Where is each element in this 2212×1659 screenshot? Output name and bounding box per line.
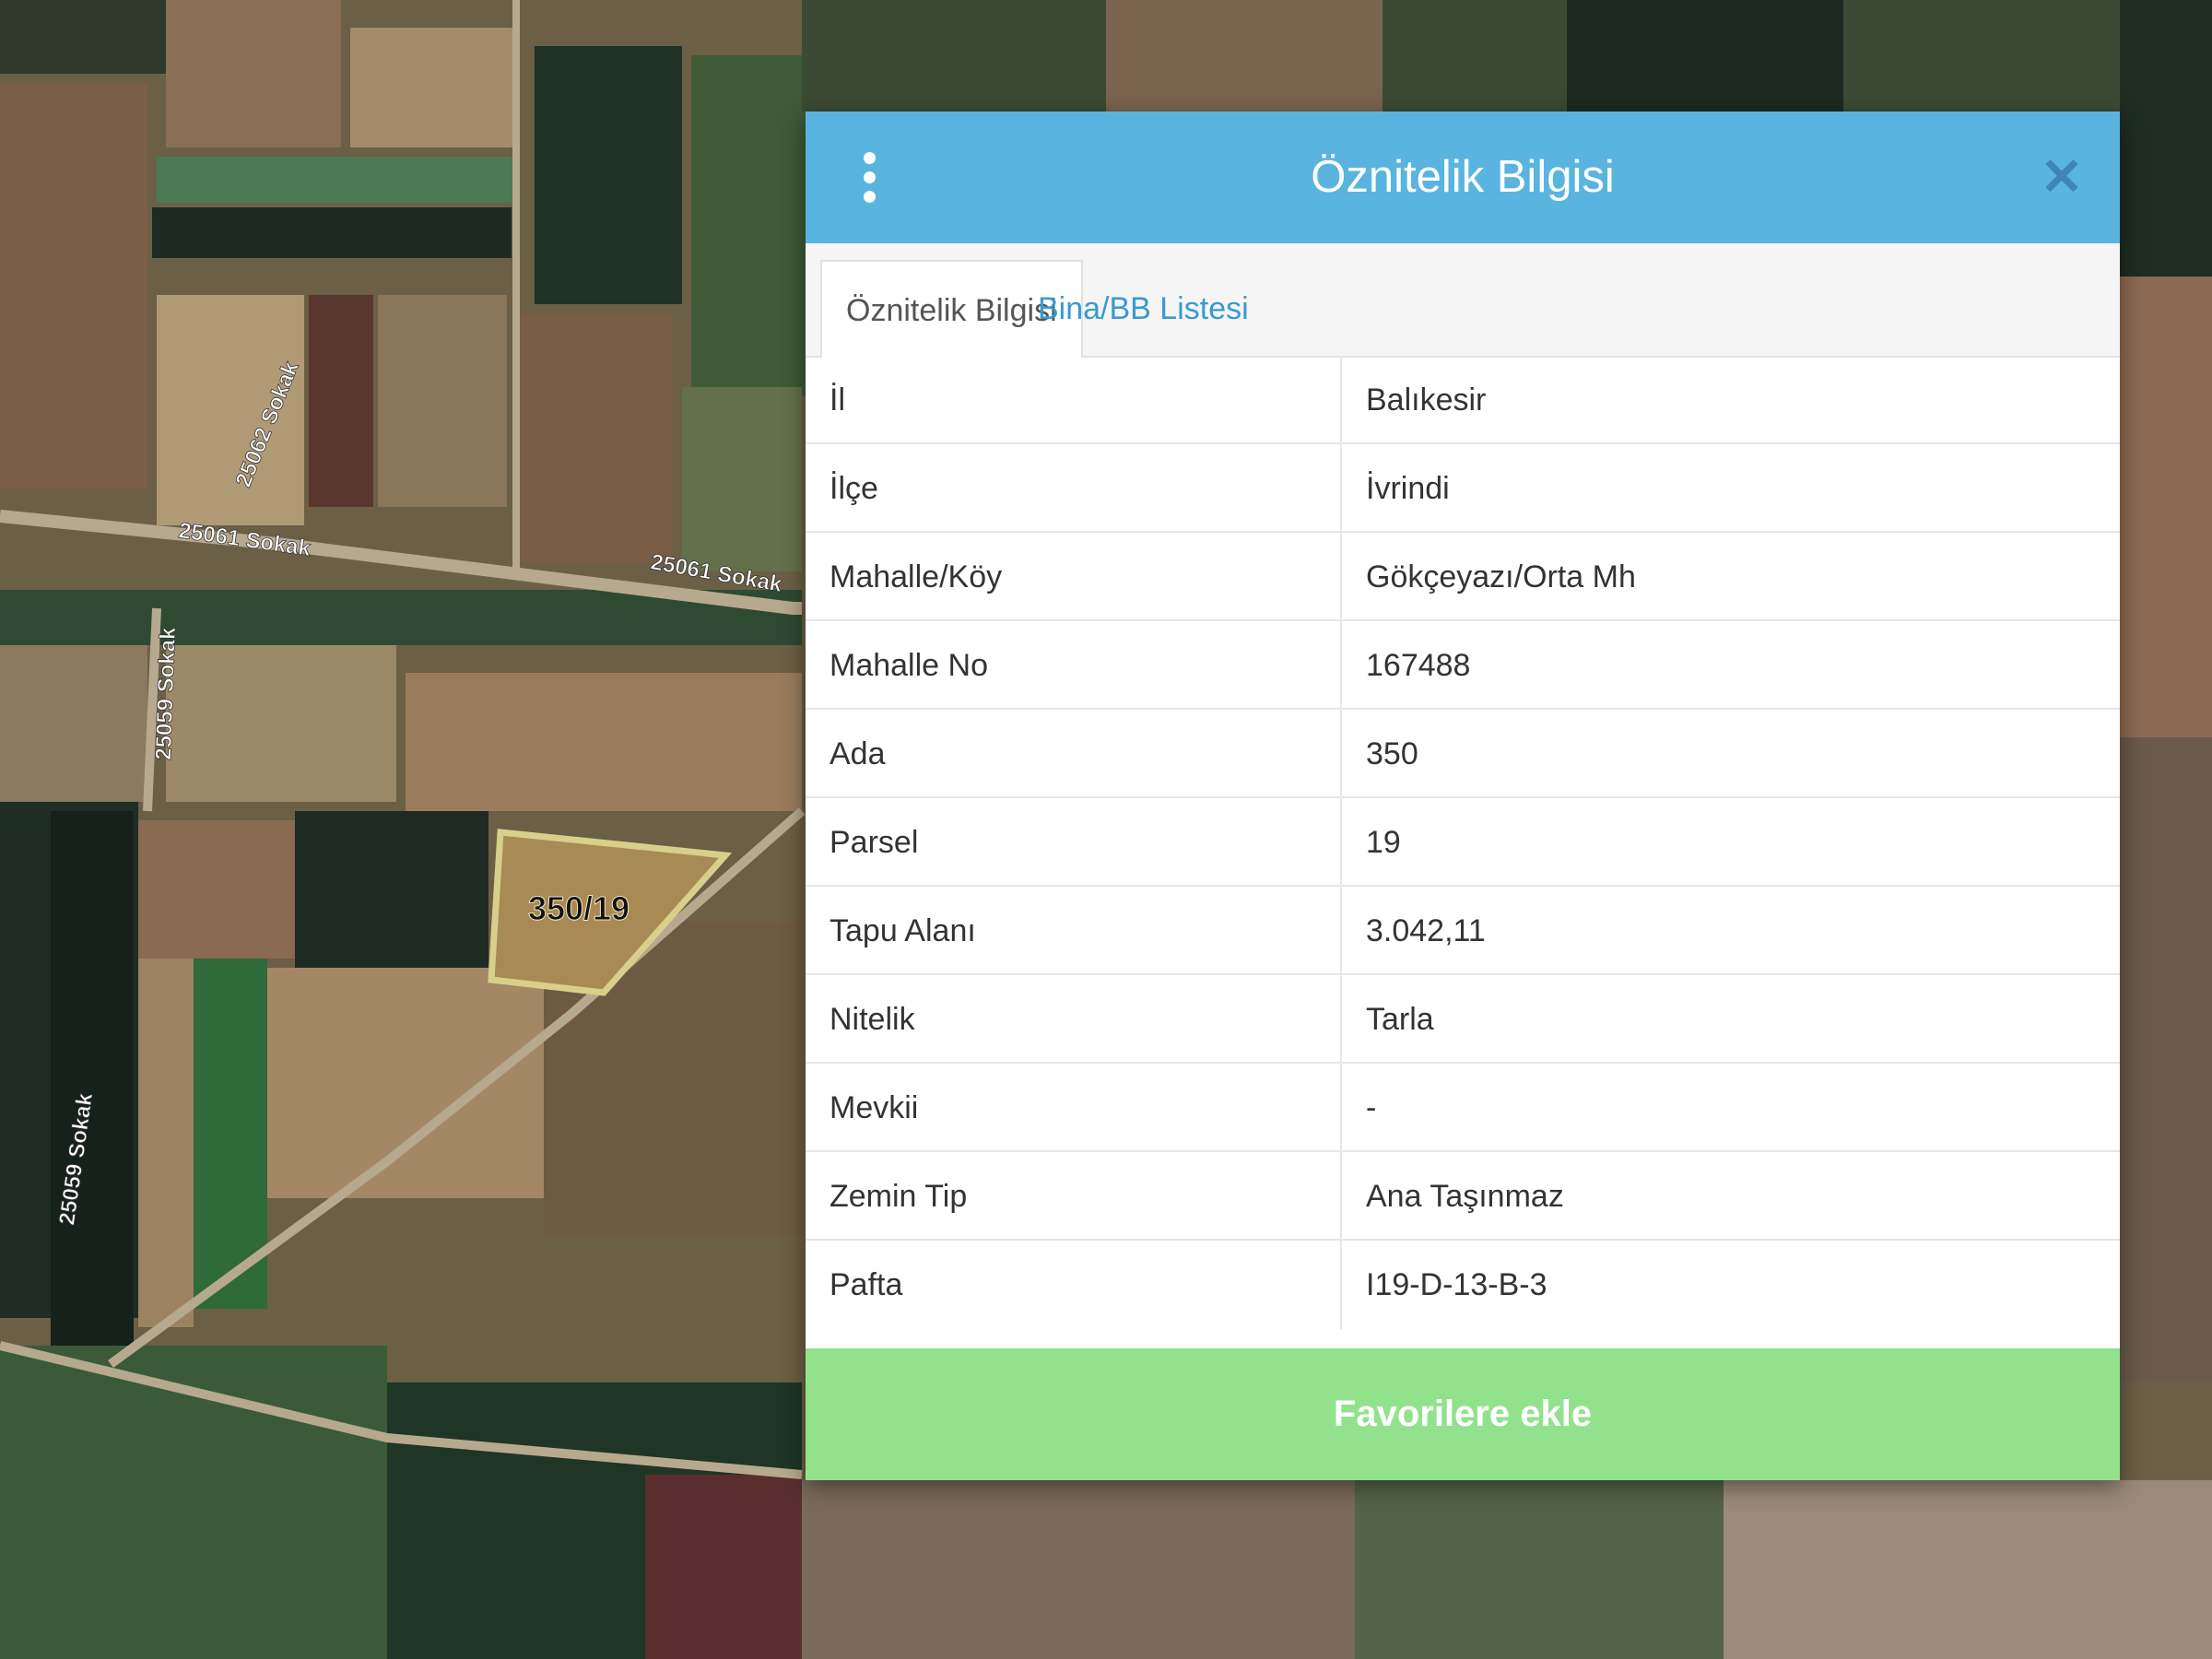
map-field xyxy=(535,46,682,304)
map-field xyxy=(138,959,194,1327)
vertical-dots-icon[interactable] xyxy=(850,152,890,204)
row-key: Ada xyxy=(806,710,1342,798)
map-field xyxy=(802,0,2120,112)
panel-title: Öznitelik Bilgisi xyxy=(1311,152,1615,202)
map-field xyxy=(1106,0,1382,112)
close-icon[interactable]: ✕ xyxy=(2039,151,2085,203)
row-key: Parsel xyxy=(806,798,1342,887)
table-row: Pafta I19-D-13-B-3 xyxy=(806,1241,2120,1329)
row-value: Ana Taşınmaz xyxy=(1366,1179,1564,1214)
street-label: 25059 Sokak xyxy=(151,627,181,761)
tab-building-list[interactable]: Bina/BB Listesi xyxy=(1014,260,1273,356)
row-key: İlçe xyxy=(806,444,1342,533)
map-field xyxy=(682,387,802,571)
map-field xyxy=(51,811,134,1346)
map-field xyxy=(0,83,147,488)
map-field xyxy=(166,0,341,147)
table-row: Nitelik Tarla xyxy=(806,975,2120,1064)
map-field xyxy=(1355,1480,1724,1659)
table-row: Tapu Alanı 3.042,11 xyxy=(806,887,2120,975)
row-value: 167488 xyxy=(1366,648,1471,683)
row-value: - xyxy=(1366,1090,1377,1125)
map-field xyxy=(1567,0,1843,112)
map-field xyxy=(309,295,373,507)
row-key: Pafta xyxy=(806,1241,1342,1329)
table-row: Mahalle No 167488 xyxy=(806,621,2120,710)
map-field xyxy=(378,295,507,507)
row-key: Zemin Tip xyxy=(806,1152,1342,1241)
row-value: 350 xyxy=(1366,736,1418,771)
row-key: İl xyxy=(806,356,1342,444)
row-key: Nitelik xyxy=(806,975,1342,1064)
table-row: Ada 350 xyxy=(806,710,2120,798)
map-field xyxy=(802,1480,1355,1659)
attribute-table: İl Balıkesir İlçe İvrindi Mahalle/Köy Gö… xyxy=(806,356,2120,1329)
table-row: Mahalle/Köy Gökçeyazı/Orta Mh xyxy=(806,533,2120,621)
map-field xyxy=(516,313,673,562)
map-field xyxy=(2120,276,2212,737)
table-row: Mevkii - xyxy=(806,1064,2120,1152)
map-field xyxy=(138,820,295,959)
map-field xyxy=(350,28,516,147)
row-key: Mahalle No xyxy=(806,621,1342,710)
row-value: Tarla xyxy=(1366,1002,1434,1037)
row-value: Balıkesir xyxy=(1366,382,1487,418)
map-field xyxy=(0,645,147,802)
row-value: 19 xyxy=(1366,825,1401,860)
row-key: Mevkii xyxy=(806,1064,1342,1152)
row-value: 3.042,11 xyxy=(1366,913,1486,948)
row-key: Tapu Alanı xyxy=(806,887,1342,975)
table-row: Parsel 19 xyxy=(806,798,2120,887)
table-row: Zemin Tip Ana Taşınmaz xyxy=(806,1152,2120,1241)
map-field xyxy=(152,207,512,258)
attribute-info-panel: Öznitelik Bilgisi ✕ Öznitelik Bilgisi Bi… xyxy=(806,112,2120,1480)
panel-tabs: Öznitelik Bilgisi Bina/BB Listesi xyxy=(806,243,2120,358)
map-field xyxy=(2120,0,2212,276)
map-field xyxy=(645,1475,802,1659)
map-field xyxy=(2120,737,2212,1382)
row-value: İvrindi xyxy=(1366,471,1450,506)
add-to-favorites-button[interactable]: Favorilere ekle xyxy=(806,1348,2120,1480)
row-key: Mahalle/Köy xyxy=(806,533,1342,621)
map-field xyxy=(0,0,166,74)
map-field xyxy=(295,811,488,968)
map-field xyxy=(157,157,516,203)
map-field xyxy=(691,55,811,396)
map-field xyxy=(1724,1480,2212,1659)
parcel-label: 350/19 xyxy=(528,889,629,927)
map-field xyxy=(406,673,802,811)
map-field xyxy=(166,645,396,802)
row-value: Gökçeyazı/Orta Mh xyxy=(1366,559,1636,594)
table-row: İl Balıkesir xyxy=(806,356,2120,444)
map-field xyxy=(267,968,544,1198)
panel-header: Öznitelik Bilgisi ✕ xyxy=(806,112,2120,243)
table-row: İlçe İvrindi xyxy=(806,444,2120,533)
row-value: I19-D-13-B-3 xyxy=(1366,1267,1547,1302)
